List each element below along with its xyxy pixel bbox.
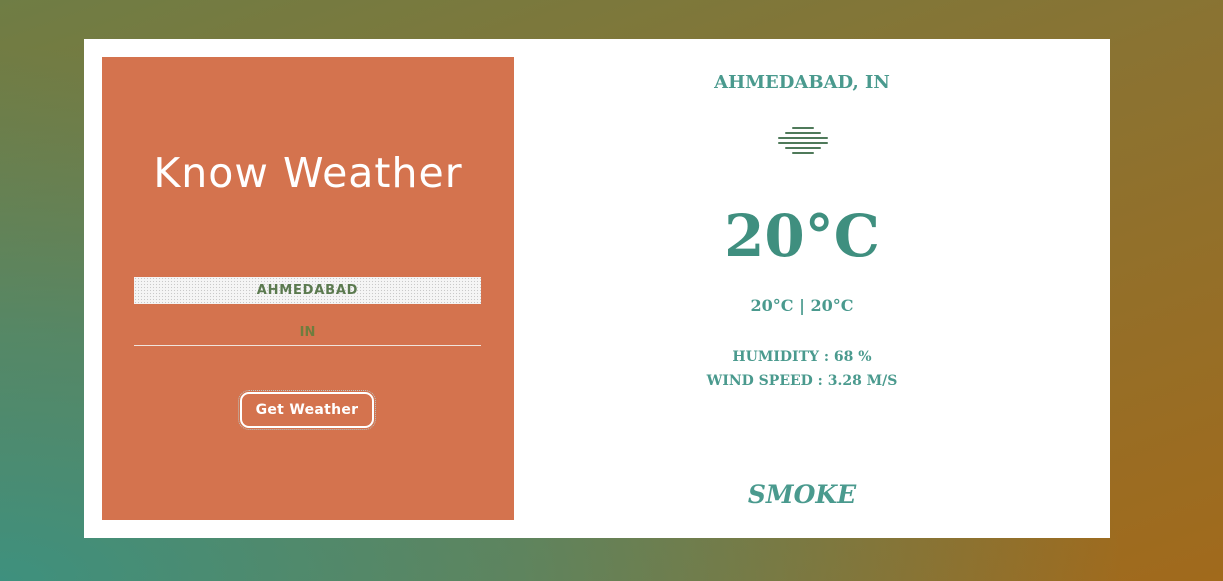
wind-speed-label: WIND SPEED : 3.28 M/S [706, 373, 898, 389]
app-title: Know Weather [153, 149, 463, 197]
weather-result-panel: AHMEDABAD, IN 20°C 20°C | 20°C HUMIDITY … [514, 39, 1110, 538]
current-temperature: 20°C [724, 202, 880, 270]
city-input[interactable] [134, 277, 481, 304]
temperature-range: 20°C | 20°C [750, 296, 854, 315]
country-input[interactable] [134, 320, 481, 346]
weather-card: Know Weather Get Weather AHMEDABAD, IN 2… [84, 39, 1110, 538]
search-panel: Know Weather Get Weather [102, 57, 514, 520]
location-label: AHMEDABAD, IN [714, 72, 890, 93]
humidity-label: HUMIDITY : 68 % [732, 349, 872, 365]
weather-condition: SMOKE [747, 480, 857, 509]
haze-lines-icon [778, 127, 828, 154]
get-weather-button[interactable]: Get Weather [238, 390, 376, 430]
